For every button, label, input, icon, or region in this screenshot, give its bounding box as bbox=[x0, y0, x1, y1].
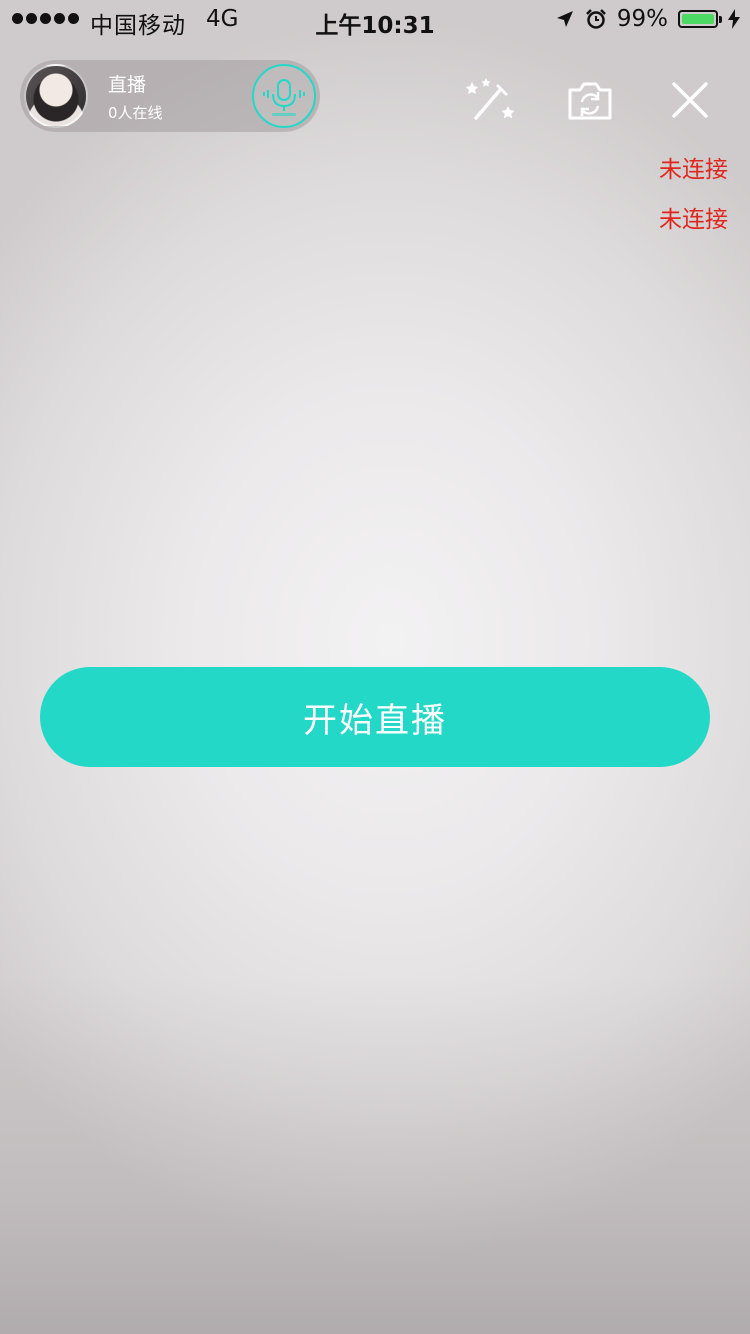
camera-switch-icon bbox=[568, 82, 612, 120]
background-fade bbox=[0, 974, 750, 1334]
start-live-button[interactable]: 开始直播 bbox=[40, 667, 710, 767]
beauty-filter-button[interactable] bbox=[462, 72, 518, 128]
connection-status-2: 未连接 bbox=[659, 207, 728, 233]
microphone-icon bbox=[263, 79, 305, 116]
status-bar: 中国移动 4G 上午10:31 99% bbox=[0, 0, 750, 40]
battery-icon bbox=[678, 10, 722, 28]
close-icon bbox=[672, 82, 708, 118]
magic-wand-icon bbox=[466, 78, 515, 120]
mic-connect-button[interactable] bbox=[252, 64, 316, 128]
live-title: 直播 bbox=[108, 74, 147, 96]
battery-level-fill bbox=[682, 14, 714, 24]
status-right-group: 99% bbox=[555, 6, 740, 32]
switch-camera-button[interactable] bbox=[562, 72, 618, 128]
online-count: 0人在线 bbox=[108, 104, 163, 122]
charging-bolt-icon bbox=[728, 9, 740, 29]
close-button[interactable] bbox=[662, 72, 718, 128]
battery-percent: 99% bbox=[616, 6, 668, 32]
alarm-clock-icon bbox=[585, 9, 606, 29]
avatar[interactable] bbox=[24, 64, 88, 128]
connection-status-1: 未连接 bbox=[659, 157, 728, 183]
location-arrow-icon bbox=[556, 11, 573, 27]
host-info-card[interactable]: 直播 0人在线 bbox=[20, 60, 320, 132]
